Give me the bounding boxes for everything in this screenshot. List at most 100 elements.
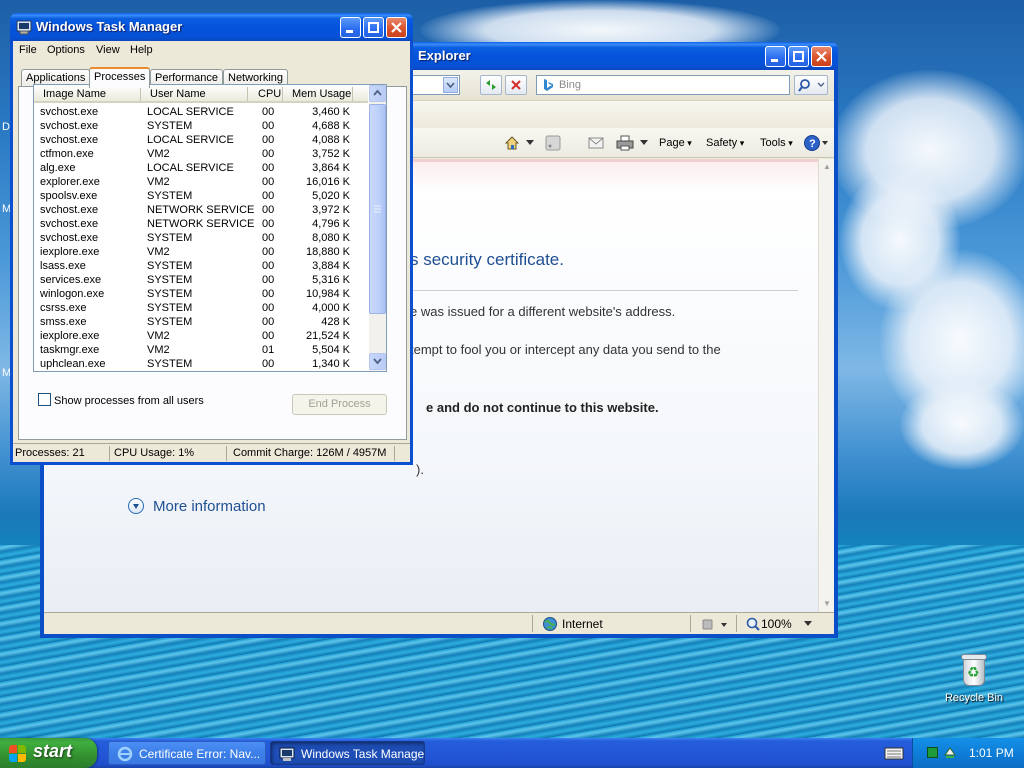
- process-mem-usage: 5,020 K: [312, 190, 350, 202]
- tm-minimize-button[interactable]: [340, 17, 361, 38]
- ie-close-button[interactable]: [811, 46, 832, 67]
- process-mem-usage: 1,340 K: [312, 358, 350, 370]
- column-cpu[interactable]: CPU: [258, 88, 281, 100]
- task-manager-icon: [279, 747, 295, 761]
- column-image-name[interactable]: Image Name: [43, 88, 106, 100]
- process-cpu: 00: [262, 288, 275, 300]
- process-list-scrollbar[interactable]: [369, 85, 386, 371]
- menu-options[interactable]: Options: [47, 44, 85, 56]
- process-image-name: svchost.exe: [40, 106, 99, 118]
- scroll-down-icon[interactable]: ▼: [820, 597, 834, 611]
- search-button[interactable]: [794, 75, 828, 95]
- table-row[interactable]: services.exe SYSTEM 00 5,316 K: [34, 273, 368, 287]
- start-button[interactable]: start: [0, 738, 97, 768]
- print-icon[interactable]: [616, 135, 634, 151]
- scroll-thumb[interactable]: [369, 104, 386, 314]
- ie-vertical-scrollbar[interactable]: ▲ ▼: [818, 159, 834, 612]
- process-user-name: SYSTEM: [147, 120, 193, 132]
- show-all-processes-checkbox[interactable]: Show processes from all users: [38, 393, 204, 407]
- table-row[interactable]: winlogon.exe SYSTEM 00 10,984 K: [34, 287, 368, 301]
- address-dropdown-button[interactable]: [443, 77, 458, 93]
- page-menu[interactable]: Page: [659, 137, 692, 149]
- ie-maximize-button[interactable]: [788, 46, 809, 67]
- taskbar-item-task-manager[interactable]: Windows Task Manager: [270, 741, 425, 765]
- table-row[interactable]: svchost.exe SYSTEM 00 8,080 K: [34, 231, 368, 245]
- recycle-bin[interactable]: ♻ Recycle Bin: [938, 652, 1010, 704]
- checkbox-box[interactable]: [38, 393, 51, 406]
- process-cpu: 00: [262, 316, 275, 328]
- column-user-name[interactable]: User Name: [150, 88, 206, 100]
- stop-button[interactable]: [505, 75, 527, 95]
- feeds-icon[interactable]: [545, 135, 561, 151]
- safety-menu[interactable]: Safety: [706, 137, 744, 149]
- help-icon[interactable]: ?: [803, 134, 829, 152]
- table-row[interactable]: svchost.exe LOCAL SERVICE 00 3,460 K: [34, 105, 368, 119]
- table-row[interactable]: lsass.exe SYSTEM 00 3,884 K: [34, 259, 368, 273]
- table-row[interactable]: alg.exe LOCAL SERVICE 00 3,864 K: [34, 161, 368, 175]
- task-manager-title-bar[interactable]: Windows Task Manager: [10, 13, 413, 41]
- menu-view[interactable]: View: [96, 44, 120, 56]
- process-user-name: LOCAL SERVICE: [147, 134, 234, 146]
- process-user-name: SYSTEM: [147, 316, 193, 328]
- process-user-name: SYSTEM: [147, 260, 193, 272]
- internet-explorer-icon: [117, 746, 133, 762]
- tm-maximize-button[interactable]: [363, 17, 384, 38]
- process-user-name: LOCAL SERVICE: [147, 106, 234, 118]
- process-list[interactable]: Image Name User Name CPU Mem Usage svcho…: [33, 84, 387, 372]
- chevron-down-icon[interactable]: [640, 140, 648, 146]
- zoom-level[interactable]: 100%: [761, 617, 792, 631]
- process-cpu: 00: [262, 176, 275, 188]
- process-user-name: SYSTEM: [147, 190, 193, 202]
- scroll-up-button[interactable]: [369, 85, 386, 102]
- search-input[interactable]: Bing: [536, 75, 790, 95]
- process-image-name: ctfmon.exe: [40, 148, 94, 160]
- network-status-icon[interactable]: [927, 747, 938, 758]
- chevron-down-icon[interactable]: [804, 621, 812, 627]
- end-process-button[interactable]: End Process: [292, 394, 387, 415]
- scroll-up-icon[interactable]: ▲: [820, 160, 834, 174]
- chevron-down-icon: [373, 358, 382, 365]
- menu-help[interactable]: Help: [130, 44, 153, 56]
- ie-minimize-button[interactable]: [765, 46, 786, 67]
- table-row[interactable]: taskmgr.exe VM2 01 5,504 K: [34, 343, 368, 357]
- table-row[interactable]: svchost.exe NETWORK SERVICE 00 4,796 K: [34, 217, 368, 231]
- taskbar-item-certificate-error[interactable]: Certificate Error: Nav...: [108, 741, 266, 765]
- mail-icon[interactable]: [588, 136, 604, 150]
- continue-link-fragment[interactable]: ).: [416, 462, 424, 477]
- table-row[interactable]: iexplore.exe VM2 00 18,880 K: [34, 245, 368, 259]
- table-row[interactable]: svchost.exe LOCAL SERVICE 00 4,088 K: [34, 133, 368, 147]
- table-row[interactable]: uphclean.exe SYSTEM 00 1,340 K: [34, 357, 368, 371]
- keyboard-icon[interactable]: [884, 743, 904, 763]
- process-image-name: svchost.exe: [40, 134, 99, 146]
- table-row[interactable]: explorer.exe VM2 00 16,016 K: [34, 175, 368, 189]
- table-row[interactable]: svchost.exe SYSTEM 00 4,688 K: [34, 119, 368, 133]
- home-icon[interactable]: [504, 135, 520, 151]
- table-row[interactable]: ctfmon.exe VM2 00 3,752 K: [34, 147, 368, 161]
- process-image-name: winlogon.exe: [40, 288, 105, 300]
- process-user-name: SYSTEM: [147, 358, 193, 370]
- column-mem-usage[interactable]: Mem Usage: [292, 88, 351, 100]
- tm-close-button[interactable]: [386, 17, 407, 38]
- safely-remove-icon[interactable]: [943, 745, 957, 759]
- table-row[interactable]: svchost.exe NETWORK SERVICE 00 3,972 K: [34, 203, 368, 217]
- table-row[interactable]: smss.exe SYSTEM 00 428 K: [34, 315, 368, 329]
- desktop-icon-letter[interactable]: D: [2, 121, 10, 133]
- process-cpu: 00: [262, 260, 275, 272]
- tools-menu[interactable]: Tools: [760, 137, 793, 149]
- certificate-error-heading: s security certificate.: [410, 250, 564, 269]
- refresh-button[interactable]: [480, 75, 502, 95]
- chevron-down-icon[interactable]: [526, 140, 534, 146]
- maximize-icon: [793, 51, 804, 62]
- scroll-down-button[interactable]: [369, 353, 386, 370]
- menu-file[interactable]: File: [19, 44, 37, 56]
- protected-mode-icon[interactable]: [700, 616, 730, 632]
- more-information-link[interactable]: More information: [128, 498, 266, 515]
- grip-icon: [374, 205, 381, 213]
- tab-processes[interactable]: Processes: [89, 67, 151, 88]
- process-mem-usage: 428 K: [321, 316, 350, 328]
- table-row[interactable]: spoolsv.exe SYSTEM 00 5,020 K: [34, 189, 368, 203]
- process-cpu: 00: [262, 162, 275, 174]
- table-row[interactable]: iexplore.exe VM2 00 21,524 K: [34, 329, 368, 343]
- table-row[interactable]: csrss.exe SYSTEM 00 4,000 K: [34, 301, 368, 315]
- zoom-icon[interactable]: [745, 616, 761, 632]
